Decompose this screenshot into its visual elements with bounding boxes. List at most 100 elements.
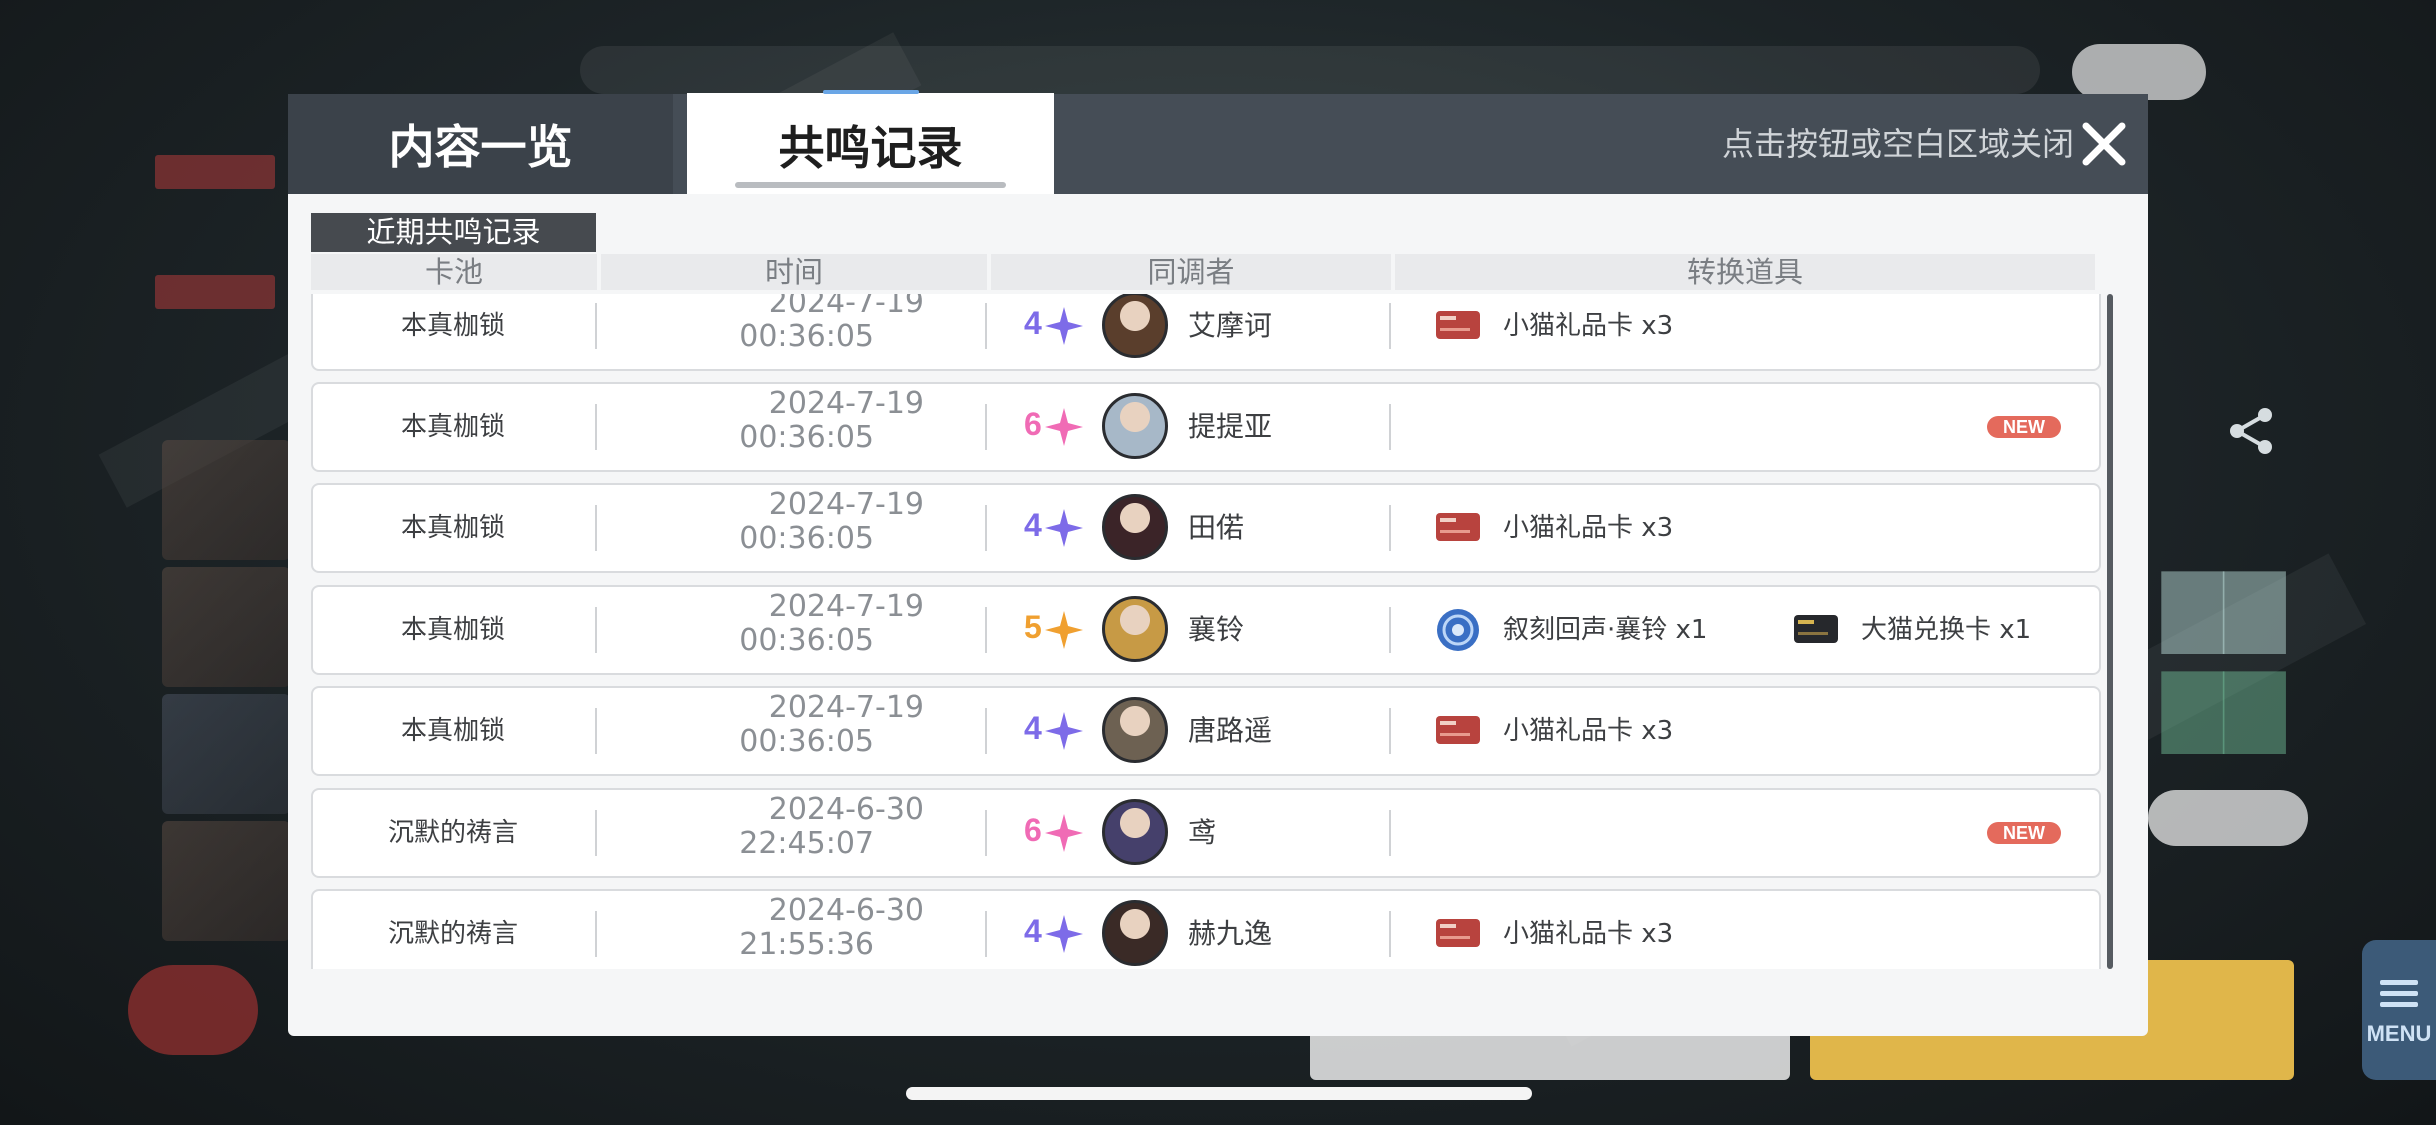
menu-button[interactable]: MENU (2362, 940, 2436, 1080)
record-time: 00:36:05 (739, 521, 874, 556)
resonator-avatar (1102, 294, 1168, 358)
item-label: 叙刻回声·襄铃 x1 (1503, 615, 1708, 645)
record-time: 00:36:05 (739, 319, 874, 354)
records-list[interactable]: 本真枷锁 2024-7-19 00:36:05 4 艾摩诃 小猫礼品卡 x3 本真枷锁 202… (311, 294, 2123, 969)
share-icon[interactable] (2225, 405, 2277, 461)
rarity-star-icon (1043, 609, 1085, 651)
resonator-name: 提提亚 (1188, 410, 1273, 443)
column-header-resonator: 同调者 (991, 254, 1391, 290)
record-date: 2024-7-19 (768, 690, 924, 725)
pool-name: 本真枷锁 (400, 615, 505, 645)
pool-name: 本真枷锁 (400, 716, 505, 746)
column-divider (595, 505, 597, 551)
records-modal: 内容一览 共鸣记录 点击按钮或空白区域关闭 近期共鸣记录 卡池 时间 同调者 转… (288, 90, 2148, 1036)
red-card-icon (1435, 918, 1481, 948)
resonator-avatar (1102, 494, 1168, 560)
item-label: 小猫礼品卡 x3 (1503, 513, 1674, 543)
record-date: 2024-6-30 (768, 893, 924, 928)
resonator-avatar (1102, 900, 1168, 966)
item-label: 小猫礼品卡 x3 (1503, 716, 1674, 746)
background-title-glyph: ▇▇ (2162, 660, 2286, 753)
pool-name: 沉默的祷言 (387, 818, 518, 848)
gold-card-icon (1793, 614, 1839, 644)
column-divider (1389, 810, 1391, 856)
echo-orb-icon (1435, 607, 1481, 653)
background-title-glyph: ▇▇ (2162, 560, 2286, 653)
rarity-number: 4 (1024, 507, 1042, 543)
resonator-name: 鸢 (1188, 816, 1217, 849)
column-divider (595, 810, 597, 856)
rarity-number: 5 (1024, 609, 1042, 645)
tab-resonance-records[interactable]: 共鸣记录 (687, 90, 1054, 196)
close-hint: 点击按钮或空白区域关闭 (1721, 125, 2074, 163)
column-divider (985, 303, 987, 349)
table-header: 卡池 时间 同调者 转换道具 (311, 254, 2103, 290)
home-indicator (906, 1087, 1532, 1100)
record-date: 2024-7-19 (768, 487, 924, 522)
item-label: 小猫礼品卡 x3 (1503, 311, 1674, 341)
column-divider (1389, 303, 1391, 349)
red-card-icon (1435, 512, 1481, 542)
close-icon (2082, 122, 2126, 166)
record-time: 21:55:36 (739, 927, 874, 962)
section-label: 近期共鸣记录 (311, 213, 596, 252)
red-card-icon (1435, 715, 1481, 745)
column-header-time: 时间 (601, 254, 987, 290)
close-button[interactable] (2080, 120, 2128, 168)
tab-content-overview[interactable]: 内容一览 (288, 94, 673, 194)
background-thumbnail (162, 821, 290, 941)
scrollbar[interactable] (2107, 294, 2113, 969)
scroll-thumb[interactable] (2107, 294, 2113, 969)
column-divider (985, 404, 987, 450)
resonator-avatar (1102, 697, 1168, 763)
record-time: 00:36:05 (739, 724, 874, 759)
tab-underline (735, 182, 1006, 188)
column-divider (595, 404, 597, 450)
tab-label: 内容一览 (388, 120, 573, 174)
column-divider (1389, 404, 1391, 450)
tab-accent (823, 90, 919, 94)
background-thumbnail (162, 567, 290, 687)
record-date: 2024-6-30 (768, 792, 924, 827)
background-avatar (128, 965, 258, 1055)
rarity-number: 4 (1024, 305, 1042, 341)
column-divider (985, 607, 987, 653)
rarity-number: 6 (1024, 406, 1042, 442)
resonator-avatar (1102, 393, 1168, 459)
resonator-avatar (1102, 799, 1168, 865)
record-row: 本真枷锁 2024-7-19 00:36:05 6 提提亚 NEW (311, 382, 2101, 472)
resonator-name: 赫九逸 (1188, 917, 1273, 950)
record-time: 00:36:05 (739, 623, 874, 658)
background-topbar (580, 46, 2040, 94)
column-divider (1389, 708, 1391, 754)
column-divider (595, 911, 597, 957)
red-card-icon (1435, 310, 1481, 340)
record-row: 沉默的祷言 2024-6-30 22:45:07 6 鸢 NEW (311, 788, 2101, 878)
rarity-star-icon (1043, 913, 1085, 955)
rarity-star-icon (1043, 406, 1085, 448)
background-thumbnail (162, 440, 290, 560)
pool-name: 本真枷锁 (400, 311, 505, 341)
new-badge: NEW (1987, 416, 2061, 438)
record-row: 沉默的祷言 2024-6-30 21:55:36 4 赫九逸 小猫礼品卡 x3 (311, 889, 2101, 969)
pool-name: 本真枷锁 (400, 412, 505, 442)
rarity-number: 4 (1024, 913, 1042, 949)
rarity-number: 4 (1024, 710, 1042, 746)
rarity-star-icon (1043, 305, 1085, 347)
column-divider (1389, 505, 1391, 551)
column-divider (595, 708, 597, 754)
resonator-avatar (1102, 596, 1168, 662)
background-pill (2072, 44, 2206, 100)
records-panel: 近期共鸣记录 卡池 时间 同调者 转换道具 本真枷锁 2024-7-19 00:36… (288, 194, 2148, 1036)
record-date: 2024-7-19 (768, 294, 924, 320)
rarity-star-icon (1043, 507, 1085, 549)
background-pill (2148, 790, 2308, 846)
background-red-tag (155, 155, 275, 189)
column-header-item: 转换道具 (1395, 254, 2095, 290)
menu-label: MENU (2366, 1020, 2432, 1046)
record-row: 本真枷锁 2024-7-19 00:36:05 4 艾摩诃 小猫礼品卡 x3 (311, 294, 2101, 371)
resonator-name: 艾摩诃 (1188, 309, 1273, 342)
record-time: 22:45:07 (739, 826, 874, 861)
item-label: 小猫礼品卡 x3 (1503, 919, 1674, 949)
rarity-star-icon (1043, 812, 1085, 854)
